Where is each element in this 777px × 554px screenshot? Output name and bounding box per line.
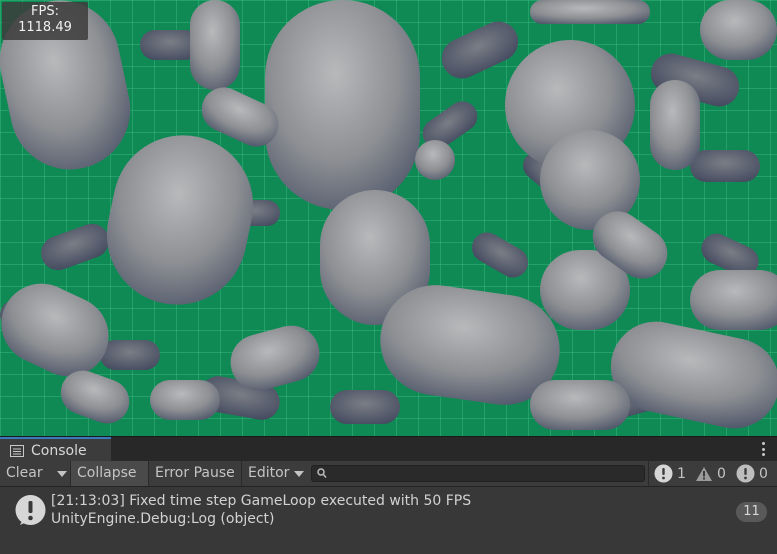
fps-overlay: FPS: 1118.49 <box>2 2 88 40</box>
error-pause-toggle[interactable]: Error Pause <box>149 461 241 486</box>
more-options-icon[interactable] <box>761 442 765 456</box>
fps-value: 1118.49 <box>18 20 72 35</box>
capsule-scene <box>0 0 777 436</box>
chevron-down-icon <box>57 471 67 477</box>
warning-count-toggle[interactable]: 0 <box>695 461 726 486</box>
error-icon <box>736 464 755 483</box>
info-icon <box>15 495 46 525</box>
console-icon <box>10 444 24 457</box>
chevron-down-icon <box>294 471 304 477</box>
warning-icon <box>696 466 712 481</box>
info-count-toggle[interactable]: 1 <box>654 461 686 486</box>
fps-label: FPS: <box>31 4 59 19</box>
error-count-toggle[interactable]: 0 <box>736 461 768 486</box>
log-entry[interactable]: [21:13:03] Fixed time step GameLoop exec… <box>0 487 777 531</box>
game-viewport[interactable]: FPS: 1118.49 <box>0 0 777 436</box>
console-toolbar: Clear Collapse Error Pause Editor 1 0 0 <box>0 461 777 487</box>
console-panel: Console Clear Collapse Error Pause Edito… <box>0 436 777 554</box>
tab-strip: Console <box>0 436 777 462</box>
search-icon <box>317 468 327 478</box>
log-count-badge: 11 <box>736 502 767 522</box>
tab-console[interactable]: Console <box>0 437 111 462</box>
search-input[interactable] <box>311 465 645 482</box>
tab-console-label: Console <box>31 442 87 459</box>
editor-dropdown[interactable]: Editor <box>242 461 307 486</box>
collapse-toggle[interactable]: Collapse <box>71 461 148 486</box>
info-icon <box>654 464 673 483</box>
clear-button[interactable]: Clear <box>0 461 54 486</box>
clear-dropdown[interactable] <box>54 461 70 486</box>
log-stacktrace: UnityEngine.Debug:Log (object) <box>51 511 275 527</box>
log-message: [21:13:03] Fixed time step GameLoop exec… <box>51 493 472 509</box>
